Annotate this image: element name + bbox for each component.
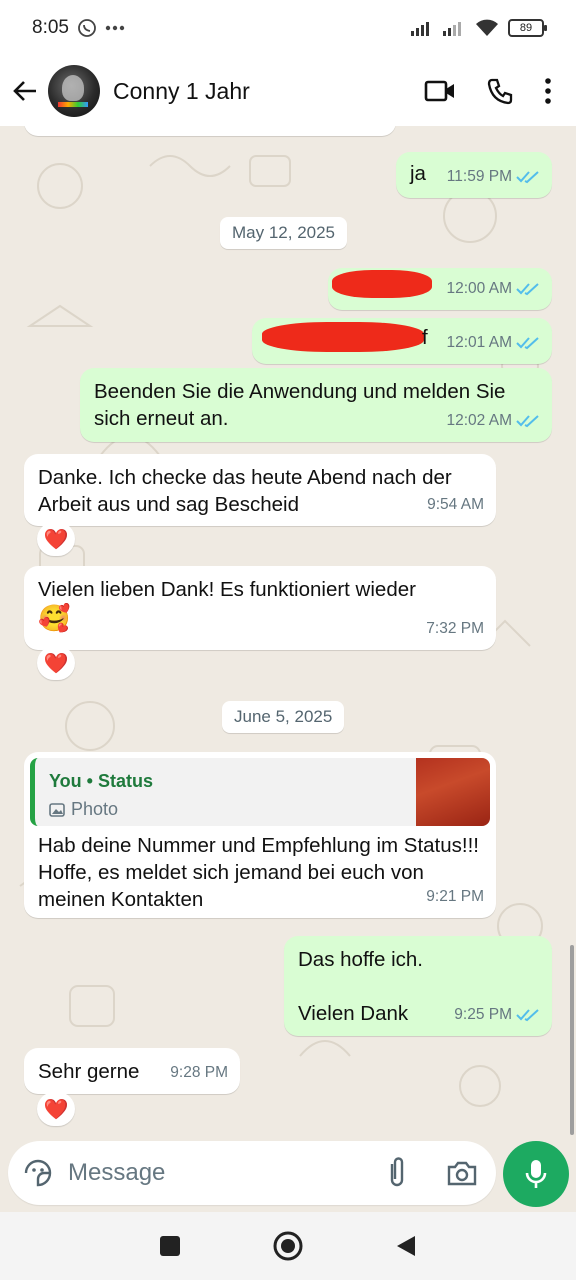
message-text: Hab deine Nummer und Empfehlung im Statu…: [38, 834, 479, 911]
double-check-icon: [516, 1008, 539, 1021]
message-input[interactable]: Message: [68, 1159, 165, 1187]
whatsapp-status-icon: [78, 19, 96, 37]
wifi-icon: [476, 19, 498, 36]
message-time: 12:02 AM: [446, 412, 513, 429]
message-time: 9:25 PM: [454, 1006, 512, 1023]
message-meta: 7:32 PM: [426, 615, 484, 642]
reaction-heart[interactable]: ❤️: [37, 522, 75, 556]
message-time: 9:21 PM: [426, 888, 484, 905]
double-check-icon: [516, 414, 539, 427]
contact-name[interactable]: Conny 1 Jahr: [113, 78, 250, 105]
emoji-smiling-hearts: 🥰: [38, 603, 71, 633]
message-meta: 12:01 AM: [447, 329, 541, 356]
back-nav-icon[interactable]: [395, 1234, 417, 1258]
recents-icon[interactable]: [159, 1235, 181, 1257]
quoted-status[interactable]: You • Status Photo: [30, 758, 490, 826]
message-meta: 9:54 AM: [427, 491, 484, 518]
message-time: 12:01 AM: [446, 334, 513, 351]
message-bubble-incoming[interactable]: Danke. Ich checke das heute Abend nach d…: [24, 454, 496, 526]
battery-indicator: 89: [508, 19, 547, 37]
message-bubble-incoming[interactable]: [24, 126, 396, 136]
date-separator: June 5, 2025: [222, 701, 345, 733]
status-time: 8:05: [32, 17, 69, 38]
quote-subtitle: Photo: [49, 796, 118, 823]
date-separator: May 12, 2025: [220, 217, 348, 249]
message-text: Danke. Ich checke das heute Abend nach d…: [38, 466, 452, 516]
message-meta: 9:21 PM: [426, 883, 484, 910]
message-bubble-outgoing[interactable]: 12:00 AM: [328, 268, 552, 310]
avatar[interactable]: [48, 65, 100, 117]
message-bubble-incoming[interactable]: Vielen lieben Dank! Es funktioniert wied…: [24, 566, 496, 650]
microphone-icon: [525, 1160, 547, 1188]
quote-title: You • Status: [49, 771, 153, 791]
message-meta: 9:25 PM: [454, 1001, 540, 1028]
double-check-icon: [516, 170, 539, 183]
home-icon[interactable]: [273, 1231, 303, 1261]
scrollbar[interactable]: [570, 945, 574, 1135]
back-button[interactable]: [2, 77, 48, 105]
system-nav-bar: [0, 1212, 576, 1280]
redaction-mark: [332, 270, 432, 298]
more-options-icon[interactable]: [544, 78, 552, 104]
video-call-icon[interactable]: [424, 79, 456, 103]
message-text: f: [422, 326, 428, 349]
chat-area[interactable]: ja 11:59 PM May 12, 2025 12:00 AM f 12:0…: [0, 126, 576, 1142]
camera-icon[interactable]: [446, 1159, 478, 1187]
reaction-heart[interactable]: ❤️: [37, 646, 75, 680]
chat-header: Conny 1 Jahr: [0, 56, 576, 126]
status-bar: 8:05 89: [0, 0, 576, 56]
signal-icon: [411, 22, 429, 36]
sticker-icon[interactable]: [22, 1157, 54, 1189]
message-line: Das hoffe ich.: [298, 948, 423, 971]
arrow-left-icon: [13, 81, 36, 101]
message-meta: 12:02 AM: [447, 407, 541, 434]
message-time: 9:28 PM: [170, 1064, 228, 1081]
message-bubble-incoming[interactable]: Sehr gerne 9:28 PM: [24, 1048, 240, 1094]
double-check-icon: [516, 336, 539, 349]
status-thumbnail: [416, 758, 490, 826]
message-meta: 12:00 AM: [447, 275, 541, 302]
message-time: 11:59 PM: [446, 168, 512, 185]
message-meta: 9:28 PM: [170, 1059, 228, 1086]
signal-2-icon: [443, 22, 461, 36]
attach-icon[interactable]: [384, 1156, 410, 1190]
message-time: 12:00 AM: [446, 280, 513, 297]
voice-message-button[interactable]: [503, 1141, 569, 1207]
more-notifications-icon: [105, 25, 125, 31]
message-bubble-outgoing[interactable]: Beenden Sie die Anwendung und melden Sie…: [80, 368, 552, 442]
redaction-mark: [262, 322, 424, 352]
message-input-bar[interactable]: Message: [8, 1141, 496, 1205]
message-time: 9:54 AM: [427, 496, 484, 513]
double-check-icon: [516, 282, 539, 295]
photo-icon: [49, 802, 65, 817]
reaction-heart[interactable]: ❤️: [37, 1092, 75, 1126]
message-meta: 11:59 PM: [447, 163, 540, 190]
message-bubble-outgoing[interactable]: f 12:01 AM: [252, 318, 552, 364]
message-text: Vielen lieben Dank! Es funktioniert wied…: [38, 578, 416, 601]
message-text: Sehr gerne: [38, 1060, 140, 1083]
message-bubble-outgoing[interactable]: ja 11:59 PM: [396, 152, 552, 198]
phone-call-icon[interactable]: [486, 77, 514, 105]
message-time: 7:32 PM: [426, 620, 484, 637]
message-text: ja: [410, 162, 426, 185]
message-bubble-incoming[interactable]: You • Status Photo Hab deine Nummer und …: [24, 752, 496, 918]
message-bubble-outgoing[interactable]: Das hoffe ich. Vielen Dank 9:25 PM: [284, 936, 552, 1036]
